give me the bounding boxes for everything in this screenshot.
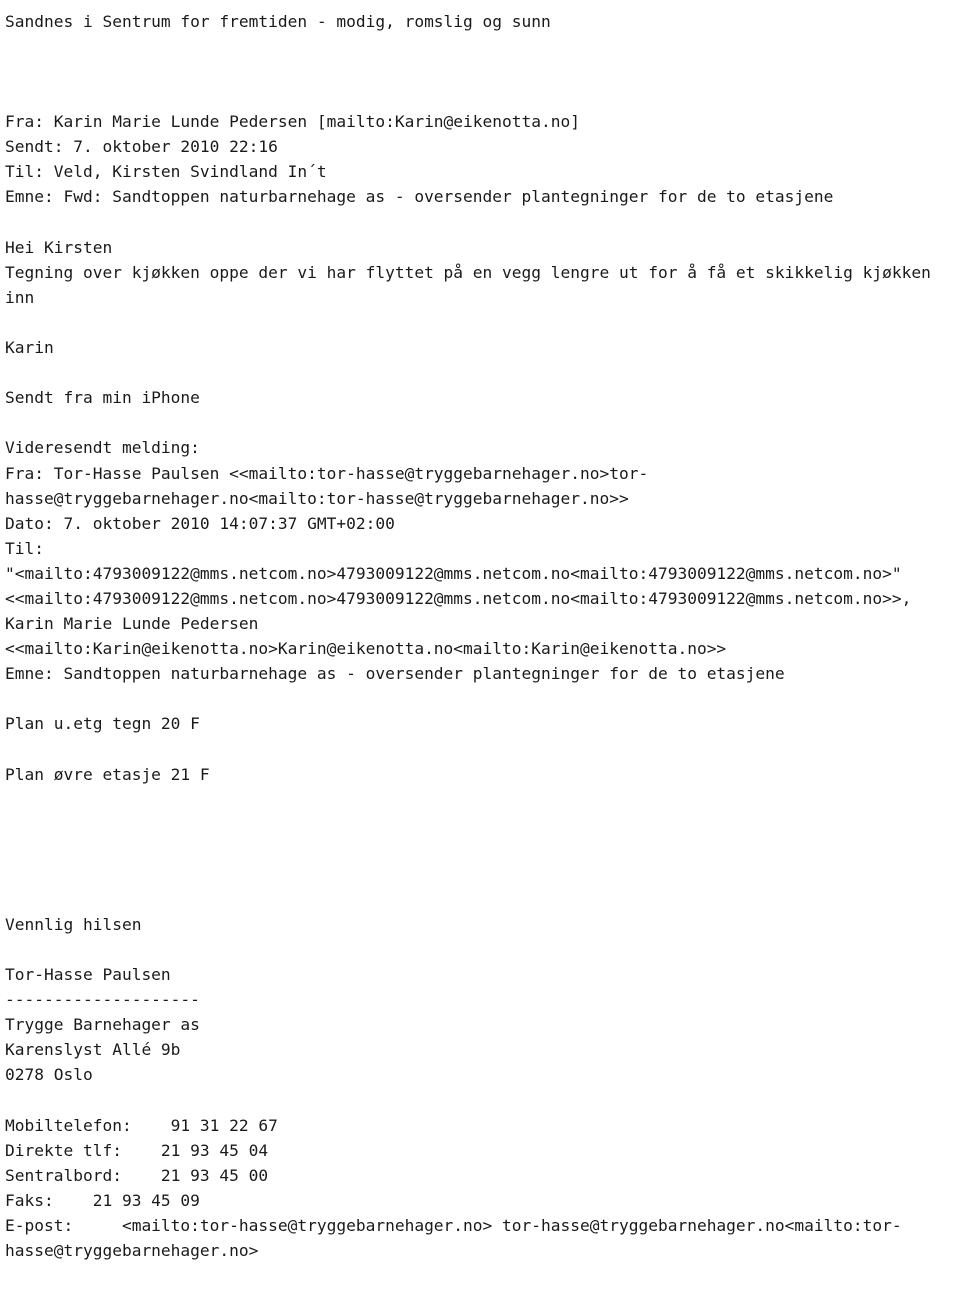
signature-email: E-post: <mailto:tor-hasse@tryggebarnehag… bbox=[5, 1215, 902, 1261]
forwarded-from-line: Fra: Tor-Hasse Paulsen <<mailto:tor-hass… bbox=[5, 463, 649, 508]
email-text-body: Sandnes i Sentrum for fremtiden - modig,… bbox=[5, 9, 957, 1263]
forwarded-subject-line: Emne: Sandtoppen naturbarnehage as - ove… bbox=[5, 664, 785, 684]
header-slogan: Sandnes i Sentrum for fremtiden - modig,… bbox=[5, 12, 551, 31]
signature-postal-city: 0278 Oslo bbox=[5, 1065, 93, 1085]
body-greeting: Hei Kirsten bbox=[5, 237, 113, 257]
outer-subject-line: Emne: Fwd: Sandtoppen naturbarnehage as … bbox=[5, 187, 834, 207]
signature-name: Tor-Hasse Paulsen bbox=[5, 965, 171, 984]
forwarded-to-label: Til: bbox=[5, 538, 44, 558]
signature-closing: Vennlig hilsen bbox=[5, 914, 142, 934]
outer-to-line: Til: Veld, Kirsten Svindland In´t bbox=[5, 162, 327, 182]
signature-fax: Faks: 21 93 45 09 bbox=[5, 1190, 200, 1210]
signature-separator: -------------------- bbox=[5, 990, 200, 1010]
outer-from-line: Fra: Karin Marie Lunde Pedersen [mailto:… bbox=[5, 112, 580, 132]
signature-street: Karenslyst Allé 9b bbox=[5, 1040, 181, 1060]
body-sign-name: Karin bbox=[5, 338, 54, 358]
signature-direct-phone: Direkte tlf: 21 93 45 04 bbox=[5, 1140, 269, 1160]
attachment-item-2: Plan øvre etasje 21 F bbox=[5, 764, 210, 784]
signature-switchboard: Sentralbord: 21 93 45 00 bbox=[5, 1165, 269, 1185]
signature-mobile: Mobiltelefon: 91 31 22 67 bbox=[5, 1115, 278, 1135]
forwarded-to-value-1: "<mailto:4793009122@mms.netcom.no>479300… bbox=[5, 563, 902, 583]
outer-sent-line: Sendt: 7. oktober 2010 22:16 bbox=[5, 137, 278, 157]
forwarded-to-value-3: <<mailto:Karin@eikenotta.no>Karin@eikeno… bbox=[5, 639, 727, 659]
forwarded-label: Videresendt melding: bbox=[5, 438, 200, 458]
signature-company: Trygge Barnehager as bbox=[5, 1015, 200, 1035]
forwarded-date-line: Dato: 7. oktober 2010 14:07:37 GMT+02:00 bbox=[5, 513, 395, 533]
forwarded-to-value-2: <<mailto:4793009122@mms.netcom.no>479300… bbox=[5, 588, 922, 634]
document-page: Sandnes i Sentrum for fremtiden - modig,… bbox=[0, 0, 960, 1308]
attachment-item-1: Plan u.etg tegn 20 F bbox=[5, 714, 200, 734]
body-paragraph: Tegning over kjøkken oppe der vi har fly… bbox=[5, 262, 941, 307]
body-sent-from: Sendt fra min iPhone bbox=[5, 388, 200, 408]
